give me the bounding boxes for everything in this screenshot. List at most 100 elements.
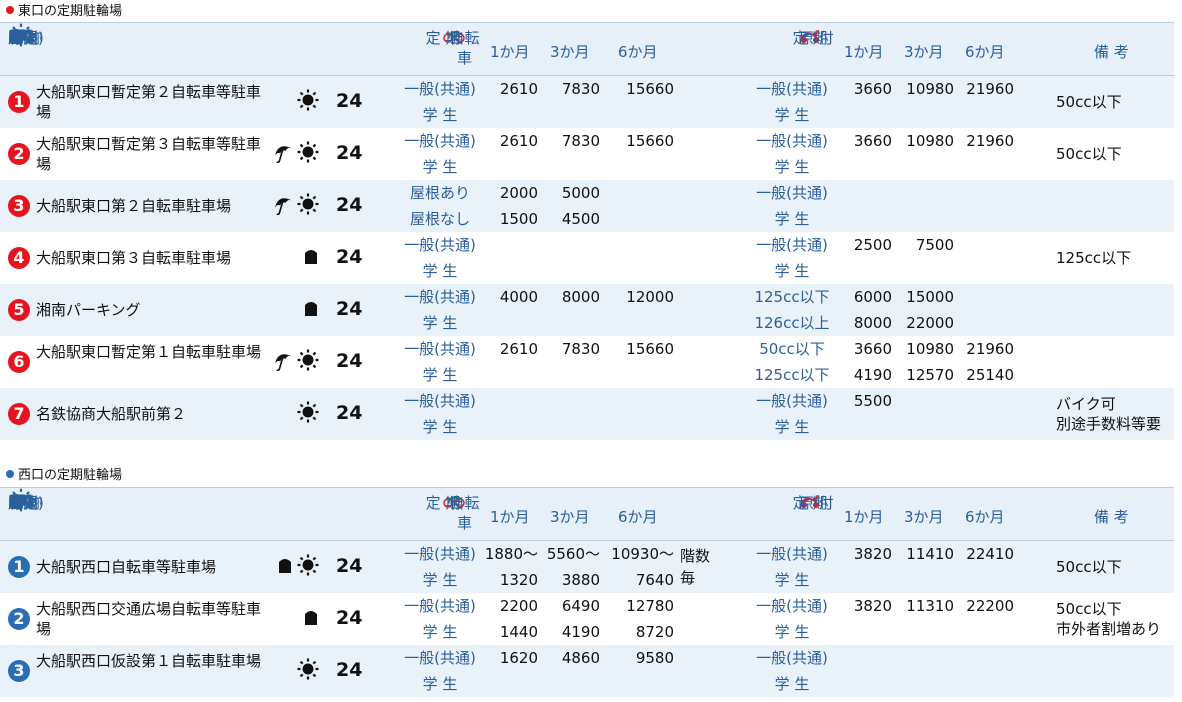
facility-type-icons — [262, 246, 320, 270]
facility-type-icons — [262, 348, 320, 376]
m1-cell: 2500 — [853, 236, 892, 254]
sun-icon — [296, 553, 320, 581]
remarks: 50cc以下 — [1056, 145, 1122, 163]
m6-cell: 22200 — [966, 597, 1014, 615]
m3-cell: 10980 — [906, 80, 954, 98]
bk-cell: 一般(共通) 学 生 — [404, 545, 476, 589]
table-row: 3 大船駅東口第２自転車駐車場 24 屋根あり 屋根なし 2000 1500 5… — [0, 180, 1174, 232]
m1-cell: 3820 — [853, 545, 892, 563]
remarks: 125cc以下 — [1056, 249, 1132, 267]
header-bike-3m: 3か月 — [550, 43, 590, 61]
header-bike-1m: 1か月 — [490, 508, 530, 526]
sun-icon — [296, 348, 320, 376]
house-icon — [302, 247, 320, 269]
b6-cell: 15660 — [626, 80, 674, 98]
mk-cell: 50cc以下 125cc以下 — [754, 340, 830, 384]
facility-name: 名鉄協商大船駅前第２ — [36, 405, 187, 423]
facility-type-icons — [262, 192, 320, 220]
row-number-badge: 1 — [8, 91, 30, 113]
b1-cell: 1880～ 1320 — [484, 545, 538, 589]
facility-name: 大船駅西口仮設第１自転車駐車場 — [36, 652, 262, 670]
west-table-header: 名 称 屋内 屋外 屋根 24時間) 自転車 定 期 1か月 3か月 6か月 原… — [0, 487, 1174, 541]
hours-24: 24 — [336, 246, 363, 268]
header-moto-3m: 3か月 — [904, 43, 944, 61]
m6-cell: 21960 — [966, 132, 1014, 150]
b6-cell: 9580 — [635, 649, 674, 667]
header-bike-kind: 自転車 定 期 — [425, 29, 480, 67]
b1-cell: 1620 — [499, 649, 538, 667]
m1-cell: 3660 — [853, 132, 892, 150]
header-bike-6m: 6か月 — [618, 508, 658, 526]
m1-cell: 3660 4190 — [853, 340, 892, 384]
header-note: 備 考 — [1094, 43, 1129, 61]
row-number-badge: 2 — [8, 143, 30, 165]
m6-cell: 21960 25140 — [966, 340, 1014, 384]
b1-cell: 2200 1440 — [499, 597, 538, 641]
m1-cell: 5500 — [853, 392, 892, 410]
table-row: 1 大船駅西口自転車等駐車場 24 一般(共通) 学 生 1880～ 1320 … — [0, 541, 1174, 593]
m1-cell: 3820 — [853, 597, 892, 615]
facility-name: 大船駅東口第３自転車駐車場 — [36, 249, 232, 267]
facility-type-icons — [262, 140, 320, 168]
b1-cell: 2610 — [499, 80, 538, 98]
header-moto-kind: 原 付 定 期 — [792, 494, 834, 512]
mk-cell: 一般(共通) 学 生 — [756, 236, 828, 280]
m3-cell: 10980 12570 — [906, 340, 954, 384]
house-icon — [276, 556, 294, 578]
hours-24: 24 — [336, 142, 363, 164]
bk-cell: 一般(共通) 学 生 — [404, 340, 476, 384]
facility-type-icons — [262, 657, 320, 685]
header-bike-kind: 自転車 定 期 — [425, 494, 480, 532]
hours-24: 24 — [336, 607, 363, 629]
remarks: 50cc以下 — [1056, 93, 1122, 111]
facility-type-icons — [262, 607, 320, 631]
hours-24: 24 — [336, 194, 363, 216]
b3-cell: 7830 — [561, 340, 600, 358]
header-moto-6m: 6か月 — [965, 508, 1005, 526]
east-section-title: 東口の定期駐輪場 — [6, 3, 122, 21]
table-row: 7 名鉄協商大船駅前第２ 24 一般(共通) 学 生 一般(共通) 学 生 55… — [0, 388, 1174, 440]
m6-cell: 21960 — [966, 80, 1014, 98]
facility-type-icons — [262, 400, 320, 428]
b3-cell: 6490 4190 — [561, 597, 600, 641]
header-moto-1m: 1か月 — [844, 508, 884, 526]
b6-cell: 15660 — [626, 340, 674, 358]
sun-icon — [296, 657, 320, 685]
sun-icon — [296, 400, 320, 428]
mk-cell: 一般(共通) 学 生 — [756, 597, 828, 641]
mk-cell: 一般(共通) 学 生 — [756, 184, 828, 228]
table-row: 1 大船駅東口暫定第２自転車等駐車場 24 一般(共通) 学 生 2610 78… — [0, 76, 1174, 128]
header-bike-1m: 1か月 — [490, 43, 530, 61]
sun-icon — [296, 140, 320, 168]
facility-name: 大船駅東口暫定第１自転車駐車場 — [36, 343, 262, 361]
row-number-badge: 5 — [8, 299, 30, 321]
facility-type-icons — [262, 553, 320, 581]
hours-24: 24 — [336, 90, 363, 112]
bk-cell: 一般(共通) 学 生 — [404, 288, 476, 332]
facility-name: 大船駅西口自転車等駐車場 — [36, 558, 217, 576]
sun-icon — [296, 192, 320, 220]
b1-cell: 4000 — [499, 288, 538, 306]
b6-cell: 10930～ 7640 — [611, 545, 674, 589]
bk-cell: 一般(共通) 学 生 — [404, 597, 476, 641]
m3-cell: 10980 — [906, 132, 954, 150]
row-number-badge: 3 — [8, 195, 30, 217]
row-number-badge: 1 — [8, 556, 30, 578]
bk-cell: 一般(共通) 学 生 — [404, 649, 476, 693]
m1-cell: 6000 8000 — [853, 288, 892, 332]
bk-cell: 屋根あり 屋根なし — [409, 184, 470, 228]
row-number-badge: 2 — [8, 608, 30, 630]
hours-24: 24 — [336, 659, 363, 681]
b3-cell: 7830 — [561, 132, 600, 150]
facility-name: 大船駅東口暫定第３自転車等駐車場 — [36, 135, 262, 173]
hours-24: 24 — [336, 298, 363, 320]
table-row: 6 大船駅東口暫定第１自転車駐車場 24 一般(共通) 学 生 2610 783… — [0, 336, 1174, 388]
m1-cell: 3660 — [853, 80, 892, 98]
house-icon — [302, 299, 320, 321]
m3-cell: 11410 — [906, 545, 954, 563]
b3-cell: 8000 — [561, 288, 600, 306]
b6-cell: 15660 — [626, 132, 674, 150]
b6-cell: 12780 8720 — [626, 597, 674, 641]
hours-24: 24 — [336, 555, 363, 577]
remarks: 50cc以下 市外者割増あり — [1056, 600, 1162, 638]
